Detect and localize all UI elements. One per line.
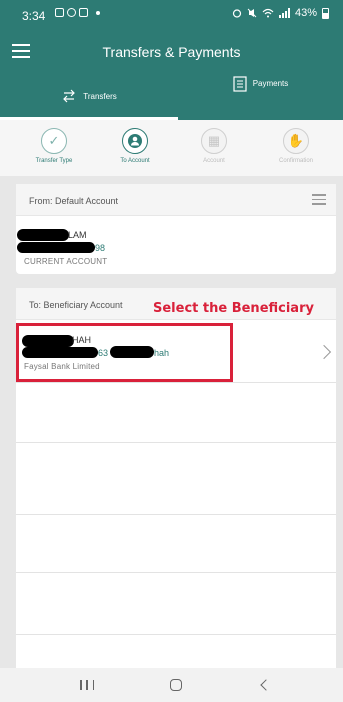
more-notifications-icon [96,10,100,15]
tab-payments-label: Payments [252,79,289,88]
tab-transfers[interactable]: Transfers [0,72,178,120]
system-icons: 43% [232,7,329,19]
wifi-icon [262,8,274,18]
alarm-icon [232,9,242,18]
step-label: To Account [120,158,150,164]
progress-stepper: ✓ Transfer Type To Account ▦ Account ✋ C… [0,120,343,176]
step-transfer-type[interactable]: ✓ Transfer Type [14,128,94,164]
tab-payments[interactable]: Payments [178,72,343,120]
row-divider [16,572,336,573]
app-bar: Transfers & Payments Transfers Payments [0,28,343,120]
instagram-icon [67,8,76,17]
signal-icon [278,8,290,18]
row-divider [16,442,336,443]
grid-icon: ▦ [201,128,227,154]
battery-icon [322,7,329,19]
handshake-icon: ✋ [283,128,309,154]
back-icon[interactable] [260,679,272,691]
redacted-number [17,242,95,253]
step-account: ▦ Account [174,128,254,164]
redacted-name [17,229,69,241]
row-divider [16,514,336,515]
account-list-icon[interactable] [312,194,326,206]
recent-apps-icon[interactable] [80,680,94,690]
system-nav-bar [0,668,343,702]
from-account-name: LAM [68,230,87,240]
step-label: Confirmation [278,158,313,164]
status-time: 3:34 [22,9,46,23]
step-confirmation: ✋ Confirmation [256,128,336,164]
from-account-header: From: Default Account [16,184,336,216]
gallery-icon [55,8,64,17]
from-account-title: From: Default Account [29,196,119,206]
step-label: Transfer Type [35,158,73,164]
mute-icon [247,8,257,18]
row-divider [16,382,336,383]
message-icon [79,8,88,17]
beneficiary-list-empty [16,382,336,668]
receipt-icon [233,76,247,92]
from-account-type: CURRENT ACCOUNT [24,257,108,266]
user-icon [122,128,148,154]
battery-percent: 43% [294,7,317,19]
from-account-number: 98 [95,243,106,253]
select-beneficiary-annotation: Select the Beneficiary [153,301,314,316]
notification-icons [55,8,100,17]
row-divider [16,634,336,635]
highlight-box [16,323,233,382]
home-icon[interactable] [170,679,182,691]
transfer-arrows-icon [63,89,76,103]
page-title: Transfers & Payments [102,44,241,60]
checkmark-icon: ✓ [41,128,67,154]
tab-transfers-label: Transfers [83,91,117,101]
to-account-title: To: Beneficiary Account [29,300,123,310]
step-to-account[interactable]: To Account [95,128,175,164]
step-label: Account [203,158,225,164]
status-bar: 3:34 43% [0,0,343,28]
